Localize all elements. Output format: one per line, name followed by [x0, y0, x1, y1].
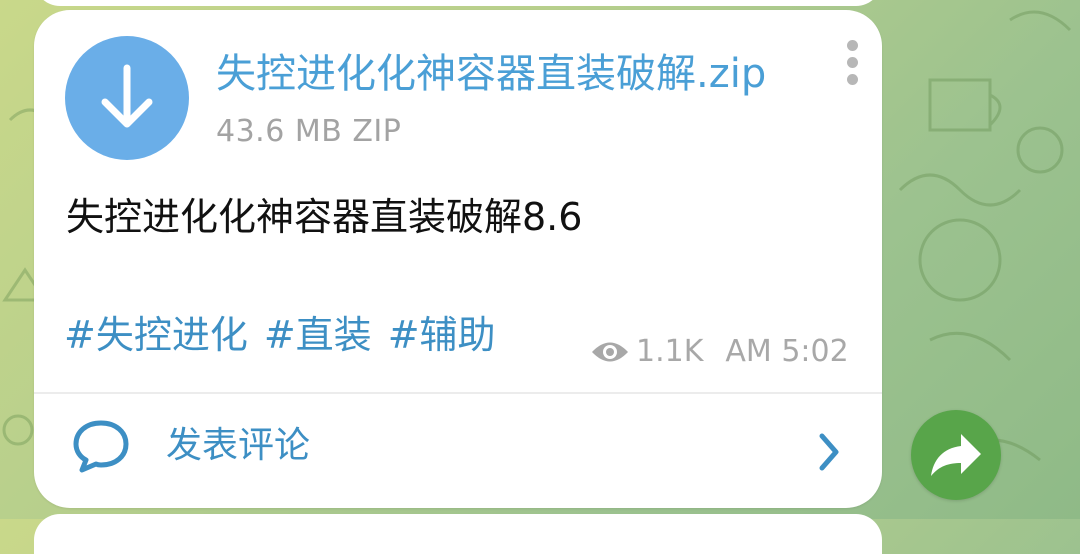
more-vertical-icon — [846, 40, 858, 51]
message-bubble: 失控进化化神容器直装破解.zip 43.6 MB ZIP 失控进化化神容器直装破解… — [34, 10, 882, 508]
hashtag-list: #失控进化 #直装 #辅助 — [64, 312, 512, 358]
more-options-button[interactable] — [840, 40, 864, 90]
view-count: 1.1K — [636, 334, 704, 369]
chevron-right-icon — [819, 433, 839, 471]
comments-button[interactable]: 发表评论 — [34, 394, 882, 508]
file-name[interactable]: 失控进化化神容器直装破解.zip — [216, 50, 766, 98]
comment-bubble-icon — [73, 420, 129, 473]
forward-share-icon — [931, 434, 981, 476]
next-message-bubble — [34, 514, 882, 554]
eye-icon — [592, 342, 628, 362]
file-info: 43.6 MB ZIP — [216, 114, 401, 150]
message-meta: 1.1K AM 5:02 — [590, 332, 849, 372]
forward-button[interactable] — [911, 410, 1001, 500]
file-type: ZIP — [352, 114, 402, 149]
download-button[interactable] — [65, 36, 189, 160]
message-text: 失控进化化神容器直装破解8.6 — [66, 195, 583, 239]
file-size: 43.6 MB — [216, 114, 343, 149]
previous-message-bubble — [34, 0, 882, 6]
hashtag-link[interactable]: #失控进化 — [64, 313, 248, 357]
download-arrow-icon — [101, 64, 153, 128]
comments-label: 发表评论 — [166, 425, 311, 466]
hashtag-link[interactable]: #辅助 — [388, 313, 496, 357]
message-time: AM 5:02 — [725, 334, 849, 369]
hashtag-link[interactable]: #直装 — [264, 313, 372, 357]
